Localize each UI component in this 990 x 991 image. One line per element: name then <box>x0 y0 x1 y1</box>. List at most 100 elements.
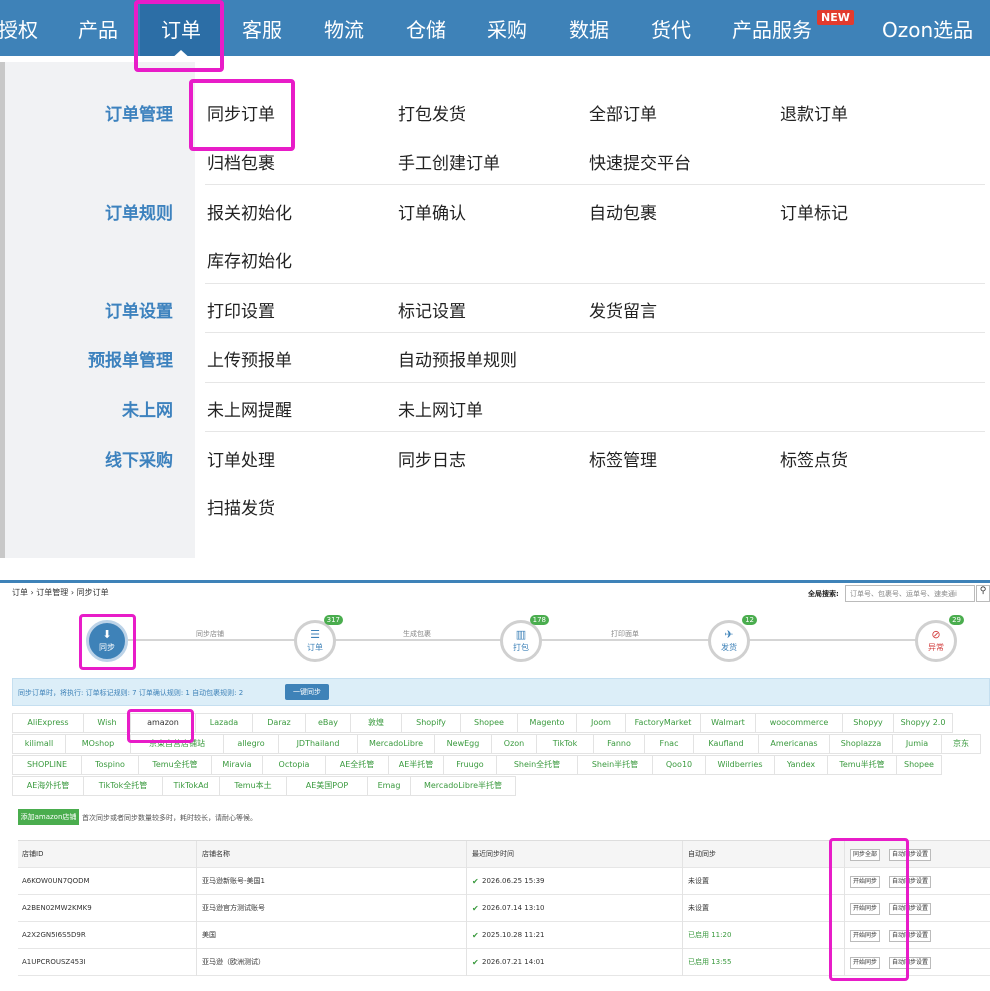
platform-tab[interactable]: 京东 <box>941 734 981 754</box>
menu-order-processing[interactable]: 订单处理 <box>207 446 275 471</box>
step-exception[interactable]: ⊘ 异常 29 <box>915 615 964 662</box>
platform-tab[interactable]: Joom <box>576 713 626 733</box>
platform-tab[interactable]: woocommerce <box>755 713 843 733</box>
nav-warehouse[interactable]: 仓储 <box>406 14 446 43</box>
start-sync-button[interactable]: 开始同步 <box>850 876 881 888</box>
platform-tab[interactable]: Shopyy <box>842 713 894 733</box>
platform-tab[interactable]: SHOPLINE <box>12 755 82 775</box>
menu-auto-package[interactable]: 自动包裹 <box>589 199 657 224</box>
nav-orders[interactable]: 订单 <box>140 0 222 56</box>
menu-pack-ship[interactable]: 打包发货 <box>398 100 466 125</box>
platform-tab-amazon[interactable]: amazon <box>130 713 196 733</box>
platform-tab[interactable]: AE半托管 <box>388 755 444 775</box>
platform-tab[interactable]: Temu半托管 <box>827 755 897 775</box>
platform-tab[interactable]: 敦煌 <box>350 713 402 733</box>
menu-label-management[interactable]: 标签管理 <box>589 446 657 471</box>
menu-sync-orders[interactable]: 同步订单 <box>207 100 275 125</box>
platform-tab[interactable]: Wildberries <box>705 755 775 775</box>
platform-tab[interactable]: Octopia <box>262 755 326 775</box>
search-icon[interactable]: ⚲ <box>976 585 990 602</box>
platform-tab[interactable]: Daraz <box>252 713 306 733</box>
menu-label-count[interactable]: 标签点货 <box>780 446 848 471</box>
menu-order-mark[interactable]: 订单标记 <box>780 199 848 224</box>
nav-purchase[interactable]: 采购 <box>487 14 527 43</box>
platform-tab[interactable]: AliExpress <box>12 713 84 733</box>
platform-tab[interactable]: Shein半托管 <box>577 755 653 775</box>
menu-manual-create-order[interactable]: 手工创建订单 <box>398 149 500 174</box>
platform-tab[interactable]: Yandex <box>774 755 828 775</box>
platform-tab[interactable]: TikTokAd <box>162 776 220 796</box>
platform-tab[interactable]: Shopee <box>460 713 518 733</box>
nav-products[interactable]: 产品 <box>78 14 118 43</box>
platform-tab[interactable]: MOshop <box>65 734 131 754</box>
add-amazon-store-button[interactable]: 添加amazon店铺 <box>18 809 79 825</box>
global-search-input[interactable]: 订单号、包裹号、运单号、速卖通i <box>845 585 975 602</box>
menu-order-confirm[interactable]: 订单确认 <box>398 199 466 224</box>
platform-tab[interactable]: Shein全托管 <box>496 755 578 775</box>
platform-tab[interactable]: Walmart <box>700 713 756 733</box>
platform-tab[interactable]: AE全托管 <box>325 755 389 775</box>
platform-tab[interactable]: Tospino <box>81 755 139 775</box>
platform-tab[interactable]: Fruugo <box>443 755 497 775</box>
platform-tab[interactable]: Shopify <box>401 713 461 733</box>
platform-tab[interactable]: Magento <box>517 713 577 733</box>
platform-tab[interactable]: TikTok <box>536 734 594 754</box>
platform-tab[interactable]: JDThailand <box>278 734 358 754</box>
nav-product-services[interactable]: 产品服务 <box>732 14 812 43</box>
step-pack[interactable]: ▥ 打包 178 <box>500 615 549 662</box>
platform-tab[interactable]: Ozon <box>491 734 537 754</box>
platform-tab[interactable]: kilimall <box>12 734 66 754</box>
platform-tab[interactable]: Temu全托管 <box>138 755 212 775</box>
step-sync[interactable]: ⬇ 同步 <box>86 620 128 662</box>
platform-tab[interactable]: Temu本土 <box>219 776 287 796</box>
auto-sync-settings-button[interactable]: 自动同步设置 <box>889 957 932 969</box>
platform-tab[interactable]: MercadoLibre <box>357 734 435 754</box>
nav-forwarding[interactable]: 货代 <box>651 14 691 43</box>
nav-ozon-selection[interactable]: Ozon选品 <box>882 14 973 43</box>
platform-tab[interactable]: Fnac <box>644 734 694 754</box>
start-sync-button[interactable]: 开始同步 <box>850 930 881 942</box>
menu-offline-reminder[interactable]: 未上网提醒 <box>207 396 292 421</box>
menu-mark-settings[interactable]: 标记设置 <box>398 297 466 322</box>
platform-tab[interactable]: Fanno <box>593 734 645 754</box>
step-orders[interactable]: ☰ 订单 317 <box>294 615 343 662</box>
platform-tab[interactable]: Shoplazza <box>829 734 893 754</box>
menu-ship-message[interactable]: 发货留言 <box>589 297 657 322</box>
menu-quick-submit[interactable]: 快速提交平台 <box>589 149 691 174</box>
platform-tab[interactable]: Kaufland <box>693 734 759 754</box>
platform-tab[interactable]: Lazada <box>195 713 253 733</box>
platform-tab[interactable]: AE海外托管 <box>12 776 84 796</box>
auto-sync-settings-button[interactable]: 自动同步设置 <box>889 876 932 888</box>
auto-sync-settings-button[interactable]: 自动同步设置 <box>889 930 932 942</box>
menu-scan-ship[interactable]: 扫描发货 <box>207 494 275 519</box>
start-sync-button[interactable]: 开始同步 <box>850 903 881 915</box>
platform-tab[interactable]: MercadoLibre半托管 <box>410 776 516 796</box>
menu-auto-prereport-rules[interactable]: 自动预报单规则 <box>398 346 517 371</box>
nav-logistics[interactable]: 物流 <box>324 14 364 43</box>
menu-stock-init[interactable]: 库存初始化 <box>207 247 292 272</box>
platform-tab[interactable]: 京東自营店铺站 <box>130 734 224 754</box>
platform-tab[interactable]: eBay <box>305 713 351 733</box>
platform-tab[interactable]: Miravia <box>211 755 263 775</box>
platform-tab[interactable]: allegro <box>223 734 279 754</box>
platform-tab[interactable]: FactoryMarket <box>625 713 701 733</box>
menu-upload-prereport[interactable]: 上传预报单 <box>207 346 292 371</box>
auto-sync-settings-button[interactable]: 自动同步设置 <box>889 849 932 861</box>
menu-refund-orders[interactable]: 退款订单 <box>780 100 848 125</box>
platform-tab[interactable]: TikTok全托管 <box>83 776 163 796</box>
platform-tab[interactable]: Qoo10 <box>652 755 706 775</box>
platform-tab[interactable]: Americanas <box>758 734 830 754</box>
platform-tab[interactable]: Wish <box>83 713 131 733</box>
auto-sync-settings-button[interactable]: 自动同步设置 <box>889 903 932 915</box>
platform-tab[interactable]: AE美国POP <box>286 776 368 796</box>
platform-tab[interactable]: Jumia <box>892 734 942 754</box>
nav-authorize[interactable]: 授权 <box>0 14 38 43</box>
one-click-sync-button[interactable]: 一键同步 <box>285 684 329 700</box>
platform-tab[interactable]: Emag <box>367 776 411 796</box>
menu-sync-log[interactable]: 同步日志 <box>398 446 466 471</box>
menu-print-settings[interactable]: 打印设置 <box>207 297 275 322</box>
platform-tab[interactable]: NewEgg <box>434 734 492 754</box>
nav-data[interactable]: 数据 <box>569 14 609 43</box>
nav-customer-service[interactable]: 客服 <box>242 14 282 43</box>
menu-offline-orders[interactable]: 未上网订单 <box>398 396 483 421</box>
